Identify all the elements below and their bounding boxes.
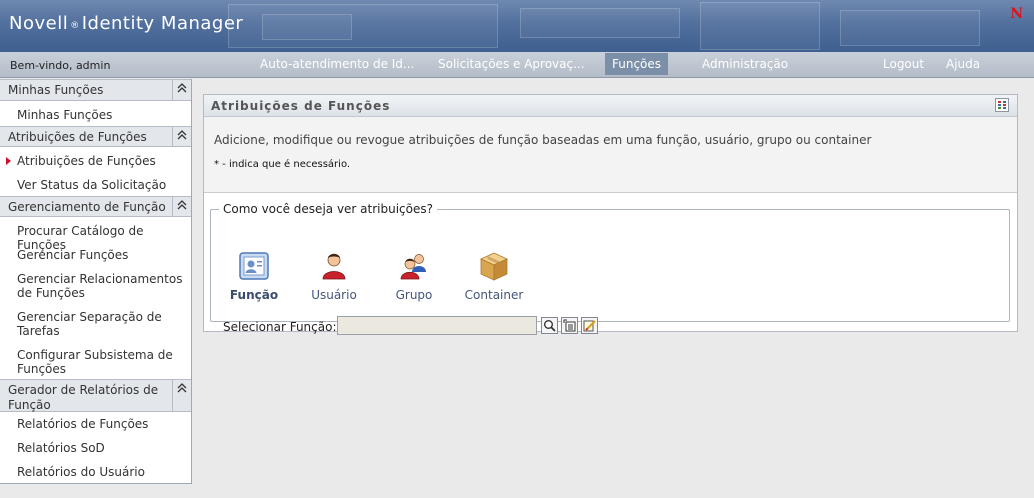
sidebar-item-manage-relationships[interactable]: Gerenciar Relacionamentos de Funções bbox=[17, 272, 191, 300]
sidebar-item-my-roles[interactable]: Minhas Funções bbox=[17, 108, 191, 122]
header-decoration bbox=[840, 10, 980, 46]
section-title: Minhas Funções bbox=[8, 83, 104, 97]
panel-header: Atribuições de Funções bbox=[204, 95, 1017, 117]
clear-edit-icon[interactable] bbox=[581, 317, 598, 334]
sidebar-item-role-assignments[interactable]: Atribuições de Funções bbox=[6, 154, 191, 168]
nav-bar: Bem-vindo, admin Auto-atendimento de Id.… bbox=[0, 52, 1034, 78]
group-icon bbox=[400, 254, 426, 280]
app-header: Novell ® Identity Manager N bbox=[0, 0, 1034, 52]
tab-administration[interactable]: Administração bbox=[702, 52, 788, 77]
view-by-container-option[interactable]: Container bbox=[457, 250, 531, 302]
sidebar-item-manage-roles[interactable]: Gerenciar Funções bbox=[17, 248, 191, 262]
select-role-input[interactable] bbox=[337, 316, 537, 335]
app-title: Novell ® Identity Manager bbox=[9, 13, 244, 34]
required-note: * - indica que é necessário. bbox=[214, 159, 351, 170]
view-by-role-option[interactable]: Função bbox=[217, 250, 291, 302]
sidebar-item-sod-reports[interactable]: Relatórios SoD bbox=[17, 441, 191, 455]
view-options-group: Como você deseja ver atribuições? Função bbox=[210, 202, 1010, 335]
panel-description: Adicione, modifique ou revogue atribuiçõ… bbox=[214, 133, 872, 147]
search-icon[interactable] bbox=[541, 317, 558, 334]
select-role-label: Selecionar Função: bbox=[223, 320, 337, 334]
page-title: Atribuições de Funções bbox=[211, 99, 391, 113]
role-icon bbox=[239, 252, 269, 280]
sidebar: Minhas Funções Minhas Funções Atribuiçõe… bbox=[0, 79, 192, 484]
group-option-label: Grupo bbox=[395, 288, 433, 302]
tab-requests-approvals[interactable]: Solicitações e Aprovaç... bbox=[438, 52, 585, 77]
section-title: Gerenciamento de Função bbox=[8, 200, 166, 214]
tab-roles[interactable]: Funções bbox=[605, 53, 669, 75]
sidebar-section-role-assignments[interactable]: Atribuições de Funções bbox=[0, 126, 191, 147]
collapse-icon[interactable] bbox=[172, 127, 191, 146]
view-by-group-option[interactable]: Grupo bbox=[377, 250, 451, 302]
sidebar-item-user-reports[interactable]: Relatórios do Usuário bbox=[17, 465, 191, 479]
history-list-icon[interactable] bbox=[561, 317, 578, 334]
user-option-label: Usuário bbox=[311, 288, 357, 302]
logout-link[interactable]: Logout bbox=[883, 52, 924, 77]
header-decoration bbox=[262, 14, 352, 40]
help-link[interactable]: Ajuda bbox=[946, 52, 980, 77]
header-decoration bbox=[520, 8, 680, 38]
role-assignments-panel: Atribuições de Funções Adicione, modifiq… bbox=[203, 94, 1018, 335]
view-question: Como você deseja ver atribuições? bbox=[223, 202, 433, 216]
sidebar-item-request-status[interactable]: Ver Status da Solicitação bbox=[17, 178, 191, 192]
role-option-label: Função bbox=[229, 288, 279, 302]
panel-options-icon[interactable] bbox=[995, 98, 1009, 112]
container-option-label: Container bbox=[464, 288, 524, 302]
novell-logo: N bbox=[1010, 6, 1023, 22]
sidebar-section-my-roles[interactable]: Minhas Funções bbox=[0, 79, 191, 101]
container-icon bbox=[480, 252, 508, 281]
welcome-text: Bem-vindo, admin bbox=[10, 59, 111, 72]
sidebar-item-configure-subsystem[interactable]: Configurar Subsistema de Funções bbox=[17, 348, 191, 376]
collapse-icon[interactable] bbox=[172, 380, 191, 411]
sidebar-section-role-reports[interactable]: Gerador de Relatórios de Função bbox=[0, 379, 191, 412]
view-by-user-option[interactable]: Usuário bbox=[297, 250, 371, 302]
section-title: Gerador de Relatórios de Função bbox=[8, 383, 159, 412]
tab-self-service[interactable]: Auto-atendimento de Id... bbox=[260, 52, 414, 77]
section-title: Atribuições de Funções bbox=[8, 130, 147, 144]
sidebar-item-manage-sod[interactable]: Gerenciar Separação de Tarefas bbox=[17, 310, 191, 338]
collapse-icon[interactable] bbox=[172, 80, 191, 100]
user-icon bbox=[322, 253, 346, 280]
sidebar-item-role-reports[interactable]: Relatórios de Funções bbox=[17, 417, 191, 431]
view-options-area: Como você deseja ver atribuições? Função bbox=[204, 192, 1017, 335]
header-decoration bbox=[700, 2, 820, 50]
collapse-icon[interactable] bbox=[172, 197, 191, 216]
sidebar-section-role-management[interactable]: Gerenciamento de Função bbox=[0, 196, 191, 217]
